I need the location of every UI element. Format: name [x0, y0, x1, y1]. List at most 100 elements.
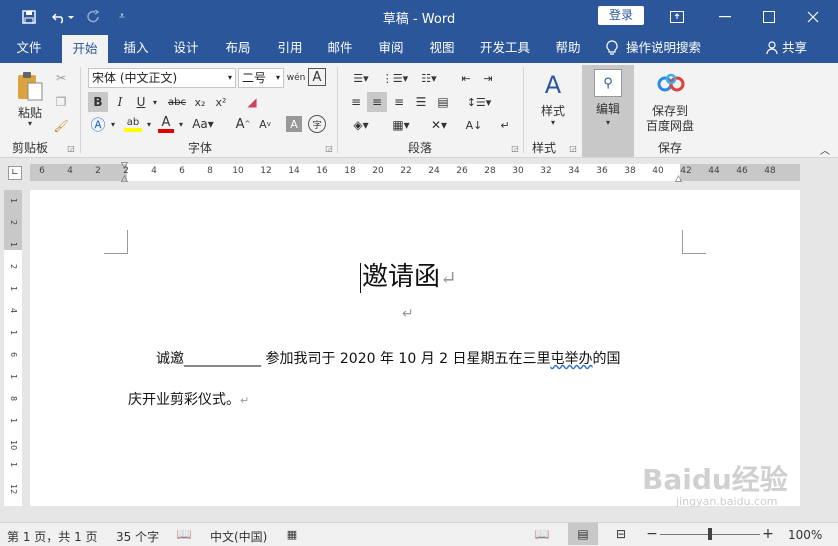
copy-icon[interactable]: ❐ — [52, 93, 70, 111]
web-layout-icon[interactable]: ⊟ — [612, 526, 630, 542]
bullets-icon[interactable]: ☰▾ — [346, 68, 376, 88]
shrink-font-icon[interactable]: Av — [256, 114, 274, 134]
clipboard-launcher-icon[interactable]: ◲ — [66, 143, 76, 153]
phonetic-guide-icon[interactable]: wén — [287, 68, 306, 88]
baidu-disk-label[interactable]: 百度网盘 — [640, 118, 700, 133]
ribbon-display-icon[interactable] — [668, 0, 686, 33]
body-paragraph-line2[interactable]: 庆开业剪彩仪式。↵ — [128, 389, 249, 409]
align-left-icon[interactable]: ≡ — [346, 92, 366, 112]
distributed-icon[interactable]: ▤ — [433, 92, 453, 112]
tab-file[interactable]: 文件 — [8, 33, 50, 63]
bold-icon[interactable]: B — [88, 92, 108, 112]
enclose-char-icon[interactable]: 字 — [308, 115, 326, 133]
editing-group[interactable]: ⚲ 编辑 ▾ — [582, 65, 634, 157]
paste-button[interactable]: 粘贴 — [14, 105, 46, 120]
borders-icon[interactable]: ▦▾ — [386, 115, 416, 135]
shading-icon[interactable]: ◈▾ — [346, 115, 376, 135]
underline-icon[interactable]: U — [132, 92, 150, 112]
cut-icon[interactable]: ✂ — [52, 69, 70, 87]
styles-dropdown-icon[interactable]: ▾ — [546, 117, 560, 127]
char-shading-icon[interactable]: A — [286, 116, 302, 132]
font-size-select[interactable]: 二号 ▾ — [238, 68, 284, 88]
numbering-icon[interactable]: ⋮☰▾ — [380, 68, 410, 88]
document-page[interactable]: 邀请函↵ ↵ 诚邀___________ 参加我司于 2020 年 10 月 2… — [30, 190, 800, 508]
highlight-dropdown-icon[interactable]: ▾ — [144, 114, 154, 134]
chinese-layout-icon[interactable]: ✕▾ — [424, 115, 454, 135]
ruler-label: 1 — [9, 418, 18, 424]
baidu-cloud-icon[interactable] — [656, 71, 686, 97]
underline-dropdown-icon[interactable]: ▾ — [150, 92, 160, 112]
styles-launcher-icon[interactable]: ◲ — [568, 143, 578, 153]
font-color-icon[interactable]: A — [156, 114, 176, 134]
align-right-icon[interactable]: ≡ — [389, 92, 409, 112]
tab-references[interactable]: 引用 — [270, 33, 310, 63]
hanging-indent-marker[interactable]: △ — [121, 174, 128, 184]
paste-icon[interactable] — [14, 69, 46, 103]
subscript-icon[interactable]: x₂ — [191, 92, 209, 112]
word-count[interactable]: 35 个字 — [116, 528, 159, 545]
tab-insert[interactable]: 插入 — [116, 33, 156, 63]
login-button[interactable]: 登录 — [598, 6, 644, 25]
maximize-icon[interactable] — [756, 0, 782, 33]
tab-selector-icon[interactable]: ∟ — [8, 166, 22, 180]
line-spacing-icon[interactable]: ↕☰▾ — [464, 92, 494, 112]
zoom-out-icon[interactable]: − — [646, 526, 658, 542]
strikethrough-icon[interactable]: abc — [165, 92, 189, 112]
text-effects-dropdown-icon[interactable]: ▾ — [108, 114, 118, 134]
share-button[interactable]: 共享 — [766, 33, 822, 63]
first-line-indent-marker[interactable]: ▽ — [121, 161, 128, 171]
read-mode-icon[interactable]: 📖 — [533, 526, 551, 542]
font-color-dropdown-icon[interactable]: ▾ — [176, 114, 186, 134]
body-paragraph-line1[interactable]: 诚邀___________ 参加我司于 2020 年 10 月 2 日星期五在三… — [156, 348, 621, 368]
tab-developer[interactable]: 开发工具 — [474, 33, 536, 63]
tab-view[interactable]: 视图 — [422, 33, 462, 63]
italic-icon[interactable]: I — [111, 92, 129, 112]
align-center-icon[interactable]: ≡ — [367, 92, 387, 112]
tab-review[interactable]: 审阅 — [371, 33, 411, 63]
format-painter-icon[interactable]: 🖌 — [52, 117, 70, 135]
tab-layout[interactable]: 布局 — [218, 33, 258, 63]
document-heading[interactable]: 邀请函↵ — [360, 256, 457, 293]
paste-dropdown-icon[interactable]: ▾ — [24, 118, 36, 128]
text-effects-icon[interactable]: Ⓐ — [88, 114, 108, 134]
font-launcher-icon[interactable]: ◲ — [324, 143, 334, 153]
proofing-icon[interactable]: 📖 — [176, 526, 192, 542]
zoom-level[interactable]: 100% — [788, 528, 822, 542]
horizontal-ruler[interactable]: 6 4 2 2 4 6 8 10 12 14 16 18 20 22 24 26 28 30 32 34 36 38 40 4… — [30, 161, 800, 184]
styles-button[interactable]: 样式 — [536, 103, 570, 118]
change-case-icon[interactable]: Aa▾ — [190, 114, 216, 134]
tab-design[interactable]: 设计 — [166, 33, 206, 63]
zoom-in-icon[interactable]: + — [762, 526, 774, 542]
macro-record-icon[interactable]: ▦ — [284, 526, 300, 542]
font-name-select[interactable]: 宋体 (中文正文) ▾ — [88, 68, 236, 88]
ruler-label: 46 — [736, 166, 748, 176]
clear-format-icon[interactable]: ◢ — [243, 92, 261, 112]
sort-icon[interactable]: A↓ — [464, 115, 484, 135]
highlight-icon[interactable]: ab — [122, 114, 144, 134]
language[interactable]: 中文(中国) — [210, 528, 267, 545]
right-indent-marker[interactable]: △ — [675, 174, 682, 184]
paragraph-launcher-icon[interactable]: ◲ — [510, 143, 520, 153]
tab-mailings[interactable]: 邮件 — [320, 33, 360, 63]
tell-me-search[interactable]: 操作说明搜索 — [606, 33, 716, 63]
page-count[interactable]: 第 1 页，共 1 页 — [7, 528, 98, 545]
superscript-icon[interactable]: x² — [212, 92, 230, 112]
vertical-ruler[interactable]: 1 2 1 2 1 4 1 6 1 8 1 10 1 12 — [4, 190, 22, 506]
collapse-ribbon-icon[interactable]: ︿ — [818, 143, 832, 157]
decrease-indent-icon[interactable]: ⇤ — [456, 68, 476, 88]
show-marks-icon[interactable]: ↵ — [497, 115, 513, 135]
multilevel-list-icon[interactable]: ☷▾ — [414, 68, 444, 88]
styles-icon[interactable]: A — [536, 69, 570, 101]
print-layout-icon[interactable]: ▤ — [568, 523, 598, 545]
tab-home[interactable]: 开始 — [62, 35, 108, 63]
minimize-icon[interactable] — [712, 0, 738, 33]
tab-help[interactable]: 帮助 — [548, 33, 588, 63]
save-to-label[interactable]: 保存到 — [640, 103, 700, 118]
justify-icon[interactable]: ☰ — [411, 92, 431, 112]
char-border-icon[interactable]: A — [308, 68, 326, 86]
zoom-slider-thumb[interactable] — [708, 528, 712, 540]
close-icon[interactable] — [800, 0, 826, 33]
grow-font-icon[interactable]: A ^ — [234, 114, 252, 134]
vertical-scrollbar[interactable] — [800, 190, 838, 522]
increase-indent-icon[interactable]: ⇥ — [478, 68, 498, 88]
